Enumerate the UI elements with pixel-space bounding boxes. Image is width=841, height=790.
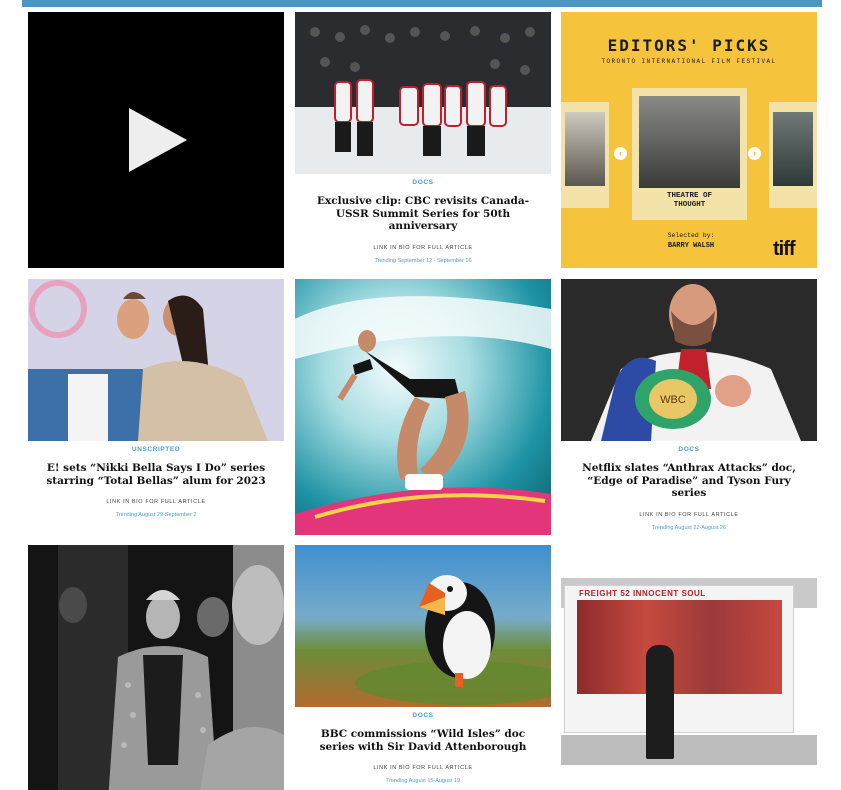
billboard-text: FREIGHT 52 INNOCENT SOUL: [579, 589, 706, 598]
article-caption: UNSCRIPTED E! sets “Nikki Bella Says I D…: [28, 441, 284, 535]
tiff-logo: tiff: [773, 238, 796, 260]
couple-kiss-photo[interactable]: [28, 279, 284, 441]
trending-dates: Trending August 29-September 2: [115, 512, 197, 518]
article-headline[interactable]: E! sets “Nikki Bella Says I Do” series s…: [42, 462, 270, 487]
selected-by-label: Selected by:: [667, 232, 715, 239]
chevron-left-icon[interactable]: ‹: [614, 147, 627, 160]
boxer-illustration: WBC: [561, 279, 817, 441]
puffin-photo[interactable]: [295, 545, 551, 707]
article-tile-netflix-docs[interactable]: WBC DOCS Netflix slates “Anthrax Attacks…: [561, 279, 817, 535]
film-title: THEATRE OF THOUGHT: [666, 192, 712, 209]
couple-illustration: [28, 279, 284, 441]
photo-tile-performer[interactable]: [28, 545, 284, 790]
billboard-screen: [577, 600, 782, 694]
editors-picks-title: EDITORS' PICKS: [607, 36, 771, 55]
link-in-bio-text: LINK IN BIO FOR FULL ARTICLE: [106, 499, 206, 505]
photo-tile-truck-billboard[interactable]: FREIGHT 52 INNOCENT SOUL: [561, 545, 817, 790]
article-tile-nikki-bella[interactable]: UNSCRIPTED E! sets “Nikki Bella Says I D…: [28, 279, 284, 535]
billboard-truck: FREIGHT 52 INNOCENT SOUL: [564, 585, 794, 733]
editors-picks-tile[interactable]: EDITORS' PICKS TORONTO INTERNATIONAL FIL…: [561, 12, 817, 268]
performer-backstage-photo[interactable]: [28, 545, 284, 790]
category-tag[interactable]: DOCS: [561, 446, 817, 453]
chevron-right-icon[interactable]: ›: [748, 147, 761, 160]
selector-name: BARRY WALSH: [667, 242, 715, 250]
video-tile[interactable]: [28, 12, 284, 268]
article-headline[interactable]: BBC commissions “Wild Isles” doc series …: [309, 728, 537, 753]
article-caption: DOCS Exclusive clip: CBC revisits Canada…: [295, 174, 551, 268]
play-icon[interactable]: [129, 108, 187, 172]
puffin-illustration: [295, 545, 551, 707]
film-still-image: [639, 96, 740, 188]
link-in-bio-text: LINK IN BIO FOR FULL ARTICLE: [373, 244, 473, 251]
photo-tile-surfer[interactable]: [295, 279, 551, 535]
truck-billboard-photo[interactable]: FREIGHT 52 INNOCENT SOUL: [561, 545, 817, 790]
film-still-image: [773, 112, 813, 186]
hockey-celebration-photo[interactable]: [295, 12, 551, 174]
category-tag[interactable]: DOCS: [295, 179, 551, 186]
carousel-card-previous[interactable]: [561, 102, 609, 208]
article-tile-wild-isles[interactable]: DOCS BBC commissions “Wild Isles” doc se…: [295, 545, 551, 790]
film-still-image: [565, 112, 605, 186]
article-caption: DOCS Netflix slates “Anthrax Attacks” do…: [561, 441, 817, 535]
category-tag[interactable]: UNSCRIPTED: [28, 446, 284, 453]
trending-dates: Trending September 12 - September 16: [374, 257, 472, 264]
surfer-photo[interactable]: [295, 279, 551, 535]
festival-subtitle: TORONTO INTERNATIONAL FILM FESTIVAL: [601, 58, 777, 65]
article-headline[interactable]: Netflix slates “Anthrax Attacks” doc, “E…: [575, 462, 803, 500]
sidewalk: [561, 735, 817, 765]
hockey-players-illustration: [295, 12, 551, 174]
article-caption: DOCS BBC commissions “Wild Isles” doc se…: [295, 707, 551, 790]
top-accent-bar: [22, 0, 822, 7]
link-in-bio-text: LINK IN BIO FOR FULL ARTICLE: [373, 765, 473, 771]
trending-dates: Trending August 15-August 19: [385, 778, 461, 784]
carousel-card-current[interactable]: THEATRE OF THOUGHT: [632, 88, 747, 220]
article-headline[interactable]: Exclusive clip: CBC revisits Canada-USSR…: [309, 195, 537, 233]
svg-text:WBC: WBC: [660, 394, 686, 406]
article-tile-summit-series[interactable]: DOCS Exclusive clip: CBC revisits Canada…: [295, 12, 551, 268]
trending-dates: Trending August 22-August 26: [651, 524, 727, 531]
carousel-card-next[interactable]: [769, 102, 817, 208]
boxer-with-belt-photo[interactable]: WBC: [561, 279, 817, 441]
link-in-bio-text: LINK IN BIO FOR FULL ARTICLE: [639, 511, 739, 518]
person-silhouette: [646, 645, 674, 759]
category-tag[interactable]: DOCS: [295, 712, 551, 719]
